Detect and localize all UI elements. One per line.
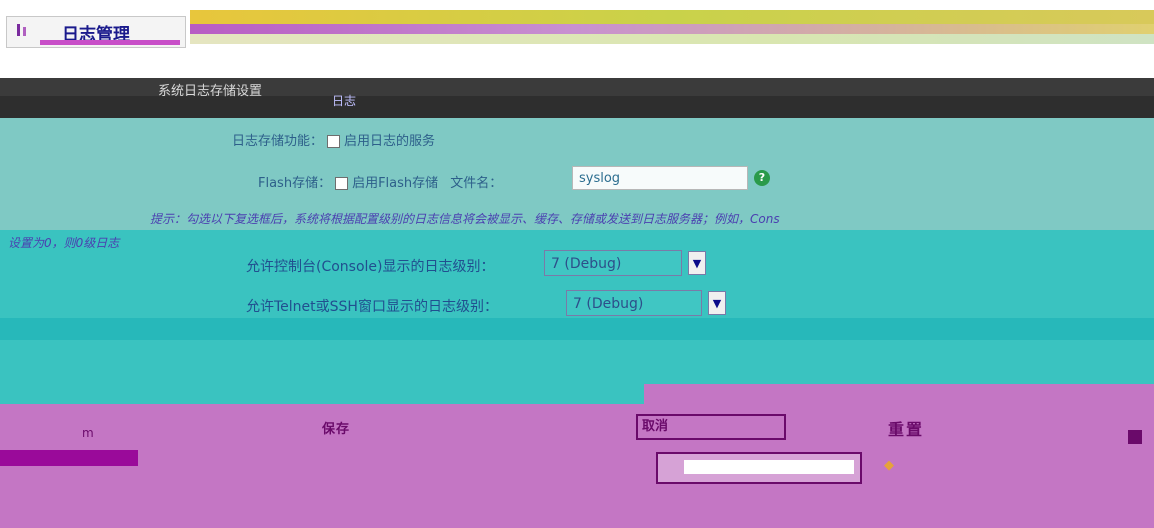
section-title: 系统日志存储设置 bbox=[158, 84, 263, 99]
section-subtitle: 日志 bbox=[332, 94, 357, 108]
console-level-label: 允许控制台(Console)显示的日志级别： bbox=[246, 259, 495, 275]
cancel-button[interactable]: 取消 bbox=[636, 414, 786, 440]
title-stripe bbox=[190, 24, 1154, 34]
action-footer bbox=[664, 494, 758, 524]
filename-input[interactable]: syslog bbox=[572, 166, 748, 190]
action-bar-accent bbox=[0, 450, 138, 466]
log-enable-check-label: 启用日志的服务 bbox=[344, 134, 436, 149]
form-divider bbox=[0, 318, 1154, 340]
action-label bbox=[444, 458, 654, 478]
filename-label: 文件名： bbox=[450, 176, 503, 191]
warning-text: 提示：勾选以下复选框后，系统将根据配置级别的日志信息将会被显示、缓存、存储或发送… bbox=[150, 212, 780, 226]
console-level-select[interactable]: 7 (Debug) bbox=[544, 250, 682, 276]
action-bar-edge bbox=[644, 384, 1154, 406]
reset-button[interactable]: 重置 bbox=[888, 416, 1114, 442]
warning-icon: ◆ bbox=[884, 458, 894, 473]
telnet-level-select[interactable]: 7 (Debug) bbox=[566, 290, 702, 316]
title-underline bbox=[40, 40, 180, 45]
title-bar: 日志管理 bbox=[0, 0, 1154, 56]
title-stripe bbox=[190, 34, 1154, 44]
save-button[interactable]: 保存 bbox=[322, 418, 622, 440]
action-marker: m bbox=[82, 426, 94, 440]
flash-row: Flash存储： 启用Flash存储 文件名： bbox=[258, 172, 502, 191]
chevron-down-icon[interactable]: ▼ bbox=[708, 291, 726, 315]
telnet-level-label: 允许Telnet或SSH窗口显示的日志级别： bbox=[246, 299, 498, 315]
warning-text-tail: 设置为0，则0级日志 bbox=[8, 236, 120, 250]
section-header-band bbox=[0, 96, 1154, 118]
chevron-down-icon[interactable]: ▼ bbox=[688, 251, 706, 275]
flash-label: Flash存储： bbox=[258, 176, 332, 191]
log-enable-checkbox[interactable] bbox=[327, 135, 341, 148]
log-icon bbox=[14, 22, 30, 38]
flash-check-label: 启用Flash存储 bbox=[352, 176, 439, 191]
title-stripe bbox=[190, 10, 1154, 24]
action-input-field[interactable] bbox=[684, 460, 854, 474]
log-enable-label: 日志存储功能： bbox=[232, 134, 324, 149]
square-icon bbox=[1128, 430, 1142, 444]
help-icon[interactable]: ? bbox=[754, 170, 770, 186]
log-enable-row: 日志存储功能： 启用日志的服务 bbox=[232, 130, 435, 149]
flash-checkbox[interactable] bbox=[335, 177, 349, 190]
